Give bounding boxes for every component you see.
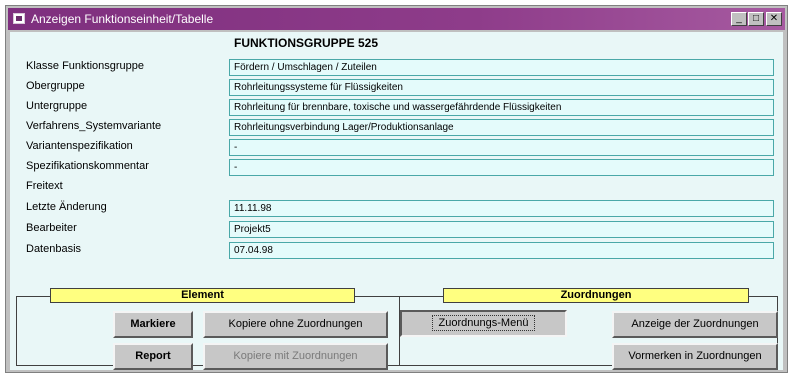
close-button[interactable]: ✕ bbox=[766, 12, 782, 26]
anzeige-zuordnungen-button[interactable]: Anzeige der Zuordnungen bbox=[612, 311, 778, 338]
field-bearbeiter[interactable]: Projekt5 bbox=[229, 221, 774, 238]
label-klasse-funktionsgruppe: Klasse Funktionsgruppe bbox=[26, 60, 145, 72]
field-spezifikationskommentar[interactable]: - bbox=[229, 159, 774, 176]
zuordnungen-panel-title: Zuordnungen bbox=[443, 288, 749, 303]
field-letzte-aenderung[interactable]: 11.11.98 bbox=[229, 200, 774, 217]
zuordnungs-menu-button[interactable]: Zuordnungs-Menü bbox=[400, 310, 567, 337]
label-letzte-aenderung: Letzte Änderung bbox=[26, 201, 107, 213]
title-bar[interactable]: Anzeigen Funktionseinheit/Tabelle _ □ ✕ bbox=[8, 8, 785, 30]
field-variantenspezifikation[interactable]: - bbox=[229, 139, 774, 156]
markiere-button[interactable]: Markiere bbox=[113, 311, 193, 338]
element-panel-title: Element bbox=[50, 288, 355, 303]
vormerken-zuordnungen-button[interactable]: Vormerken in Zuordnungen bbox=[612, 343, 778, 370]
label-bearbeiter: Bearbeiter bbox=[26, 222, 77, 234]
field-untergruppe[interactable]: Rohrleitung für brennbare, toxische und … bbox=[229, 99, 774, 116]
label-untergruppe: Untergruppe bbox=[26, 100, 88, 112]
field-klasse-funktionsgruppe[interactable]: Fördern / Umschlagen / Zuteilen bbox=[229, 59, 774, 76]
field-verfahrens-systemvariante[interactable]: Rohrleitungsverbindung Lager/Produktions… bbox=[229, 119, 774, 136]
kopiere-mit-zuordnungen-button[interactable]: Kopiere mit Zuordnungen bbox=[203, 343, 388, 370]
field-datenbasis[interactable]: 07.04.98 bbox=[229, 242, 774, 259]
kopiere-ohne-zuordnungen-button[interactable]: Kopiere ohne Zuordnungen bbox=[203, 311, 388, 338]
minimize-button[interactable]: _ bbox=[731, 12, 747, 26]
label-verfahrens-systemvariante: Verfahrens_Systemvariante bbox=[26, 120, 162, 132]
form-content: FUNKTIONSGRUPPE 525 Klasse Funktionsgrup… bbox=[10, 32, 783, 370]
report-button[interactable]: Report bbox=[113, 343, 193, 370]
page-title: FUNKTIONSGRUPPE 525 bbox=[234, 36, 379, 50]
window-title: Anzeigen Funktionseinheit/Tabelle bbox=[31, 12, 214, 26]
label-obergruppe: Obergruppe bbox=[26, 80, 85, 92]
label-datenbasis: Datenbasis bbox=[26, 243, 82, 255]
maximize-button[interactable]: □ bbox=[748, 12, 764, 26]
label-freitext: Freitext bbox=[26, 180, 63, 192]
window-menu-icon[interactable] bbox=[13, 13, 25, 24]
field-obergruppe[interactable]: Rohrleitungssysteme für Flüssigkeiten bbox=[229, 79, 774, 96]
label-spezifikationskommentar: Spezifikationskommentar bbox=[26, 160, 149, 172]
label-variantenspezifikation: Variantenspezifikation bbox=[26, 140, 133, 152]
zuordnungs-menu-label: Zuordnungs-Menü bbox=[431, 315, 536, 331]
app-window: Anzeigen Funktionseinheit/Tabelle _ □ ✕ … bbox=[5, 5, 788, 373]
